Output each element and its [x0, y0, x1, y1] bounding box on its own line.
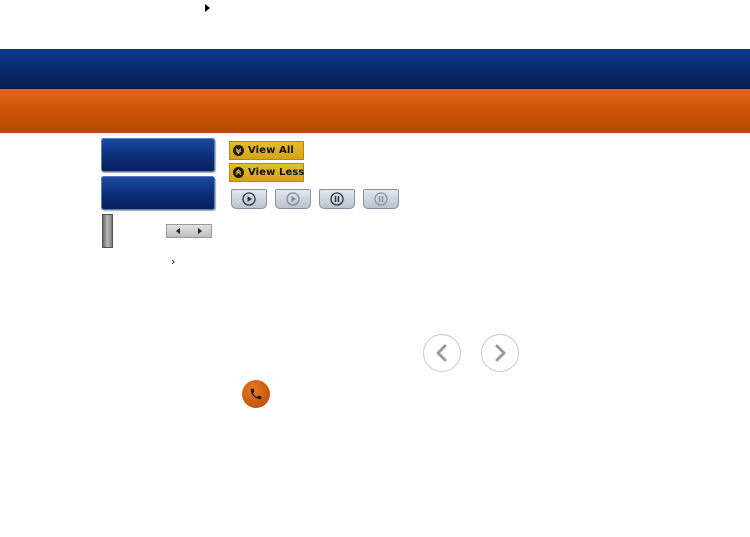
carousel-prev-button[interactable] — [423, 334, 461, 372]
pause-button[interactable] — [319, 189, 355, 209]
header-nav-bar — [0, 49, 750, 89]
pause-icon — [374, 192, 388, 206]
chevron-down-circle-icon — [233, 145, 244, 156]
slider-arrows — [166, 224, 212, 238]
view-all-label: View All — [248, 145, 294, 156]
view-less-label: View Less — [248, 167, 305, 178]
chevron-right-icon[interactable]: › — [171, 256, 175, 267]
phone-icon — [250, 388, 262, 400]
sidebar-menu-button-1[interactable] — [101, 138, 215, 172]
pause-icon — [330, 192, 344, 206]
pause-button-disabled[interactable] — [363, 189, 399, 209]
sidebar-menu-button-2[interactable] — [101, 176, 215, 210]
arrow-right-icon[interactable] — [189, 225, 211, 237]
scroll-handle[interactable] — [102, 214, 113, 248]
view-all-button[interactable]: View All — [229, 141, 304, 160]
arrow-left-icon[interactable] — [167, 225, 189, 237]
header-sub-bar — [0, 89, 750, 133]
play-icon — [242, 192, 256, 206]
phone-button[interactable] — [242, 380, 270, 408]
chevron-right-icon — [495, 344, 506, 362]
play-button[interactable] — [231, 189, 267, 209]
play-icon — [286, 192, 300, 206]
chevron-up-circle-icon — [233, 167, 244, 178]
view-less-button[interactable]: View Less — [229, 163, 304, 182]
play-button-disabled[interactable] — [275, 189, 311, 209]
chevron-left-icon — [436, 344, 447, 362]
carousel-next-button[interactable] — [481, 334, 519, 372]
caret-right-icon[interactable] — [205, 4, 210, 12]
